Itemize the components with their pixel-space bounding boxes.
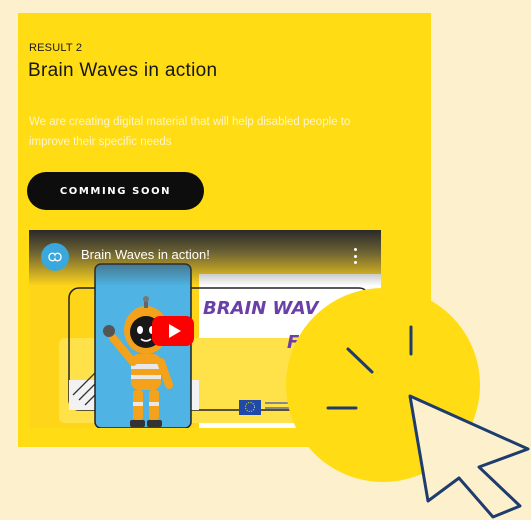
pointer-cursor-icon [286,288,530,519]
